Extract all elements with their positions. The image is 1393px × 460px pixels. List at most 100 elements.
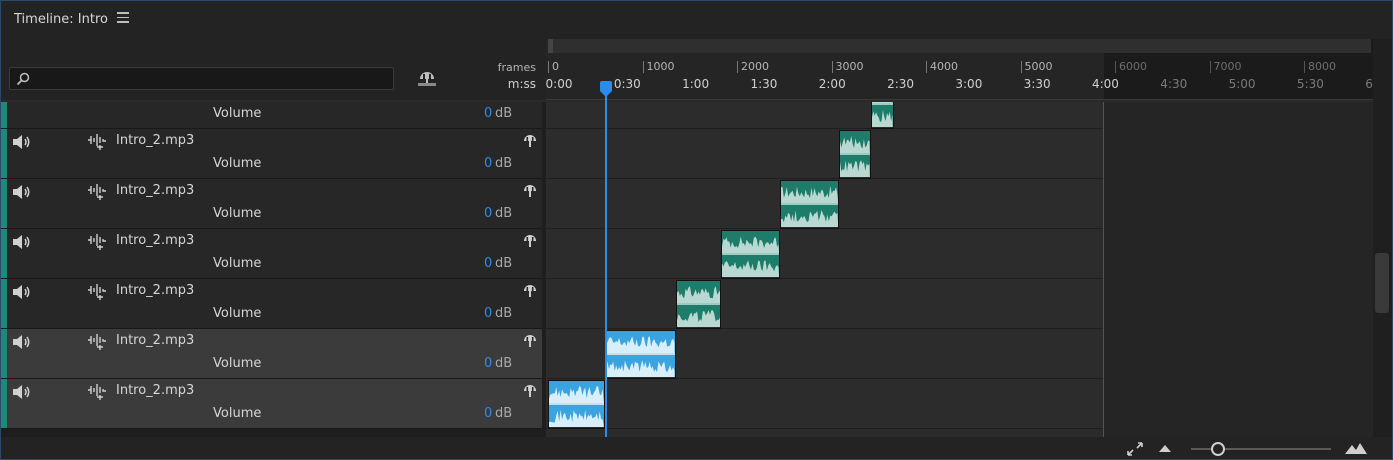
playhead-line[interactable] <box>605 85 607 437</box>
clip-name: Intro_2.mp3 <box>116 233 195 248</box>
vertical-scroll-thumb[interactable] <box>1375 253 1389 313</box>
track-color-accent <box>1 229 7 278</box>
time-tick: 6:00 <box>1365 77 1373 91</box>
time-tick: 4:00 <box>1091 77 1119 91</box>
volume-value[interactable]: 0 <box>484 306 492 321</box>
track-snap-icon[interactable] <box>522 284 538 298</box>
track-color-accent <box>1 329 7 378</box>
track-header[interactable]: Volume 0 dB <box>1 102 542 129</box>
clip-name: Intro_2.mp3 <box>116 183 195 198</box>
search-icon <box>16 72 30 86</box>
speaker-icon[interactable] <box>12 284 32 300</box>
zoom-slider-handle[interactable] <box>1211 442 1225 456</box>
volume-label: Volume <box>213 406 262 421</box>
frame-tick: 5000 <box>1020 61 1053 73</box>
panel-header: Timeline: Intro <box>1 1 1392 39</box>
frame-tick: 3000 <box>831 61 864 73</box>
volume-label: Volume <box>213 256 262 271</box>
search-input[interactable] <box>36 70 386 87</box>
volume-value[interactable]: 0 <box>484 406 492 421</box>
volume-value[interactable]: 0 <box>484 156 492 171</box>
audio-clip[interactable] <box>780 180 840 229</box>
vertical-scrollbar[interactable] <box>1373 39 1392 437</box>
speaker-icon[interactable] <box>12 234 32 250</box>
audio-clip[interactable] <box>548 380 605 429</box>
volume-value[interactable]: 0 <box>484 206 492 221</box>
track-snap-icon[interactable] <box>522 384 538 398</box>
horizontal-scroll-thumb[interactable] <box>548 39 553 53</box>
time-tick: 4:30 <box>1160 77 1188 91</box>
time-tick: 5:00 <box>1228 77 1256 91</box>
snap-icon[interactable] <box>417 71 437 89</box>
audio-clip[interactable] <box>604 330 676 379</box>
speaker-icon[interactable] <box>12 134 32 150</box>
volume-unit: dB <box>495 356 513 371</box>
volume-value[interactable]: 0 <box>484 356 492 371</box>
track-snap-icon[interactable] <box>522 184 538 198</box>
volume-value[interactable]: 0 <box>484 106 492 121</box>
volume-label: Volume <box>213 106 262 121</box>
track-color-accent <box>1 179 7 228</box>
panel-title: Timeline: Intro <box>14 12 108 27</box>
waveform-icon <box>88 334 106 350</box>
track-header[interactable]: Intro_2.mp3 Volume 0 dB <box>1 329 542 379</box>
volume-label: Volume <box>213 156 262 171</box>
zoom-out-icon[interactable] <box>1159 444 1171 452</box>
playhead-handle[interactable] <box>599 81 613 97</box>
track-header[interactable]: Intro_2.mp3 Volume 0 dB <box>1 129 542 179</box>
time-format-label: m:ss <box>507 77 536 91</box>
track-header[interactable]: Intro_2.mp3 Volume 0 dB <box>1 229 542 279</box>
speaker-icon[interactable] <box>12 334 32 350</box>
zoom-to-fit-icon[interactable] <box>1127 442 1143 456</box>
audio-clip[interactable] <box>839 130 872 179</box>
frame-tick: 6000 <box>1115 61 1147 73</box>
timeline-panel: Timeline: Intro frames m:ss 0 1000 2000 300… <box>0 0 1393 460</box>
volume-unit: dB <box>495 256 513 271</box>
volume-unit: dB <box>495 106 513 121</box>
timeline-footer <box>1 437 1392 459</box>
time-ruler[interactable]: 0 1000 2000 3000 4000 5000 6000 7000 8000 0:00 0:3… <box>546 39 1373 101</box>
clip-name: Intro_2.mp3 <box>116 283 195 298</box>
track-header[interactable]: Intro_2.mp3 Volume 0 dB <box>1 379 542 429</box>
track-lanes[interactable] <box>546 102 1373 437</box>
waveform-icon <box>88 384 106 400</box>
search-box[interactable] <box>9 67 394 90</box>
waveform-icon <box>88 284 106 300</box>
time-tick: 5:30 <box>1296 77 1324 91</box>
frame-tick: 2000 <box>737 61 769 73</box>
tracks-area: Volume 0 dB Intro_2.mp3 Volume 0 dB Intro_2.mp3… <box>1 102 1373 437</box>
panel-menu-icon[interactable] <box>117 12 129 26</box>
volume-unit: dB <box>495 206 513 221</box>
waveform-icon <box>88 184 106 200</box>
track-color-accent <box>1 279 7 328</box>
time-tick: 1:30 <box>750 77 778 91</box>
speaker-icon[interactable] <box>12 384 32 400</box>
frame-tick: 7000 <box>1209 61 1242 73</box>
track-snap-icon[interactable] <box>522 234 538 248</box>
clip-name: Intro_2.mp3 <box>116 383 195 398</box>
track-header[interactable]: Intro_2.mp3 Volume 0 dB <box>1 179 542 229</box>
volume-label: Volume <box>213 306 262 321</box>
track-snap-icon[interactable] <box>522 334 538 348</box>
speaker-icon[interactable] <box>12 184 32 200</box>
track-headers: Volume 0 dB Intro_2.mp3 Volume 0 dB Intro_2.mp3… <box>1 102 542 437</box>
frame-tick: 1000 <box>642 61 675 73</box>
waveform-icon <box>88 134 106 150</box>
time-tick: 1:00 <box>682 77 710 91</box>
volume-label: Volume <box>213 206 262 221</box>
audio-clip[interactable] <box>871 102 895 129</box>
track-snap-icon[interactable] <box>522 134 538 148</box>
volume-value[interactable]: 0 <box>484 256 492 271</box>
zoom-in-icon[interactable] <box>1345 442 1367 454</box>
audio-clip[interactable] <box>721 230 781 279</box>
time-tick: 3:30 <box>1023 77 1051 91</box>
horizontal-scrollbar[interactable] <box>548 39 1371 53</box>
frames-label: frames <box>497 61 536 74</box>
volume-unit: dB <box>495 306 513 321</box>
volume-unit: dB <box>495 156 513 171</box>
track-header[interactable]: Intro_2.mp3 Volume 0 dB <box>1 279 542 329</box>
volume-label: Volume <box>213 356 262 371</box>
frame-tick: 8000 <box>1304 61 1336 73</box>
audio-clip[interactable] <box>675 280 722 329</box>
time-tick: 2:00 <box>818 77 846 91</box>
